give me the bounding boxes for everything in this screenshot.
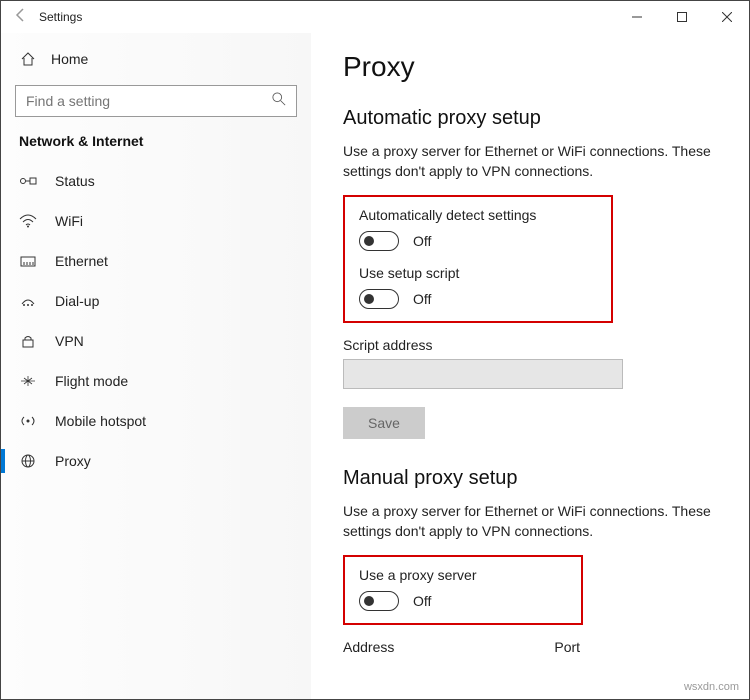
port-label: Port xyxy=(554,639,580,655)
sidebar-item-label: Dial-up xyxy=(55,293,99,309)
sidebar-item-label: Proxy xyxy=(55,453,91,469)
sidebar-item-status[interactable]: Status xyxy=(1,161,311,201)
sidebar-item-proxy[interactable]: Proxy xyxy=(1,441,311,481)
airplane-icon xyxy=(19,374,37,388)
ethernet-icon xyxy=(19,254,37,268)
sidebar-item-label: WiFi xyxy=(55,213,83,229)
manual-highlight-box: Use a proxy server Off xyxy=(343,555,583,625)
sidebar: Home Network & Internet Status WiFi Ethe… xyxy=(1,33,311,699)
auto-section-desc: Use a proxy server for Ethernet or WiFi … xyxy=(343,142,721,181)
address-label: Address xyxy=(343,639,394,655)
page-title: Proxy xyxy=(343,51,721,83)
category-heading: Network & Internet xyxy=(1,133,311,161)
setup-script-label: Use setup script xyxy=(359,265,597,281)
auto-detect-toggle-row: Off xyxy=(359,231,597,251)
use-proxy-toggle[interactable] xyxy=(359,591,399,611)
setup-script-toggle-row: Off xyxy=(359,289,597,309)
back-icon xyxy=(13,7,29,28)
script-address-input[interactable] xyxy=(343,359,623,389)
save-button[interactable]: Save xyxy=(343,407,425,439)
search-box[interactable] xyxy=(15,85,297,117)
vpn-icon xyxy=(19,334,37,348)
sidebar-item-hotspot[interactable]: Mobile hotspot xyxy=(1,401,311,441)
sidebar-item-ethernet[interactable]: Ethernet xyxy=(1,241,311,281)
title-bar-left: Settings xyxy=(13,7,82,28)
maximize-button[interactable] xyxy=(659,1,704,33)
auto-detect-label: Automatically detect settings xyxy=(359,207,597,223)
sidebar-item-flight[interactable]: Flight mode xyxy=(1,361,311,401)
setup-script-state: Off xyxy=(413,291,431,307)
home-icon xyxy=(19,51,37,67)
minimize-button[interactable] xyxy=(614,1,659,33)
sidebar-item-vpn[interactable]: VPN xyxy=(1,321,311,361)
hotspot-icon xyxy=(19,414,37,428)
close-button[interactable] xyxy=(704,1,749,33)
sidebar-item-label: VPN xyxy=(55,333,84,349)
manual-field-labels: Address Port xyxy=(343,639,721,655)
globe-icon xyxy=(19,454,37,468)
watermark: wsxdn.com xyxy=(684,681,739,693)
sidebar-item-label: Ethernet xyxy=(55,253,108,269)
sidebar-item-label: Status xyxy=(55,173,95,189)
content-area: Proxy Automatic proxy setup Use a proxy … xyxy=(311,33,749,699)
wifi-icon xyxy=(19,214,37,228)
search-input[interactable] xyxy=(26,93,272,109)
sidebar-item-label: Mobile hotspot xyxy=(55,413,146,429)
use-proxy-toggle-row: Off xyxy=(359,591,567,611)
sidebar-item-wifi[interactable]: WiFi xyxy=(1,201,311,241)
sidebar-item-dialup[interactable]: Dial-up xyxy=(1,281,311,321)
sidebar-item-label: Flight mode xyxy=(55,373,128,389)
status-icon xyxy=(19,174,37,188)
dialup-icon xyxy=(19,294,37,308)
auto-detect-toggle[interactable] xyxy=(359,231,399,251)
use-proxy-state: Off xyxy=(413,593,431,609)
window-title: Settings xyxy=(39,10,82,24)
home-label: Home xyxy=(51,51,88,67)
title-bar: Settings xyxy=(1,1,749,33)
window-controls xyxy=(614,1,749,33)
auto-section-heading: Automatic proxy setup xyxy=(343,107,721,130)
setup-script-toggle[interactable] xyxy=(359,289,399,309)
auto-highlight-box: Automatically detect settings Off Use se… xyxy=(343,195,613,323)
use-proxy-label: Use a proxy server xyxy=(359,567,567,583)
script-address-label: Script address xyxy=(343,337,721,353)
nav-list: Status WiFi Ethernet Dial-up VPN Flight … xyxy=(1,161,311,481)
manual-section-desc: Use a proxy server for Ethernet or WiFi … xyxy=(343,502,721,541)
auto-detect-state: Off xyxy=(413,233,431,249)
search-icon xyxy=(272,92,286,111)
manual-section-heading: Manual proxy setup xyxy=(343,467,721,490)
main-layout: Home Network & Internet Status WiFi Ethe… xyxy=(1,33,749,699)
home-nav[interactable]: Home xyxy=(1,41,311,77)
